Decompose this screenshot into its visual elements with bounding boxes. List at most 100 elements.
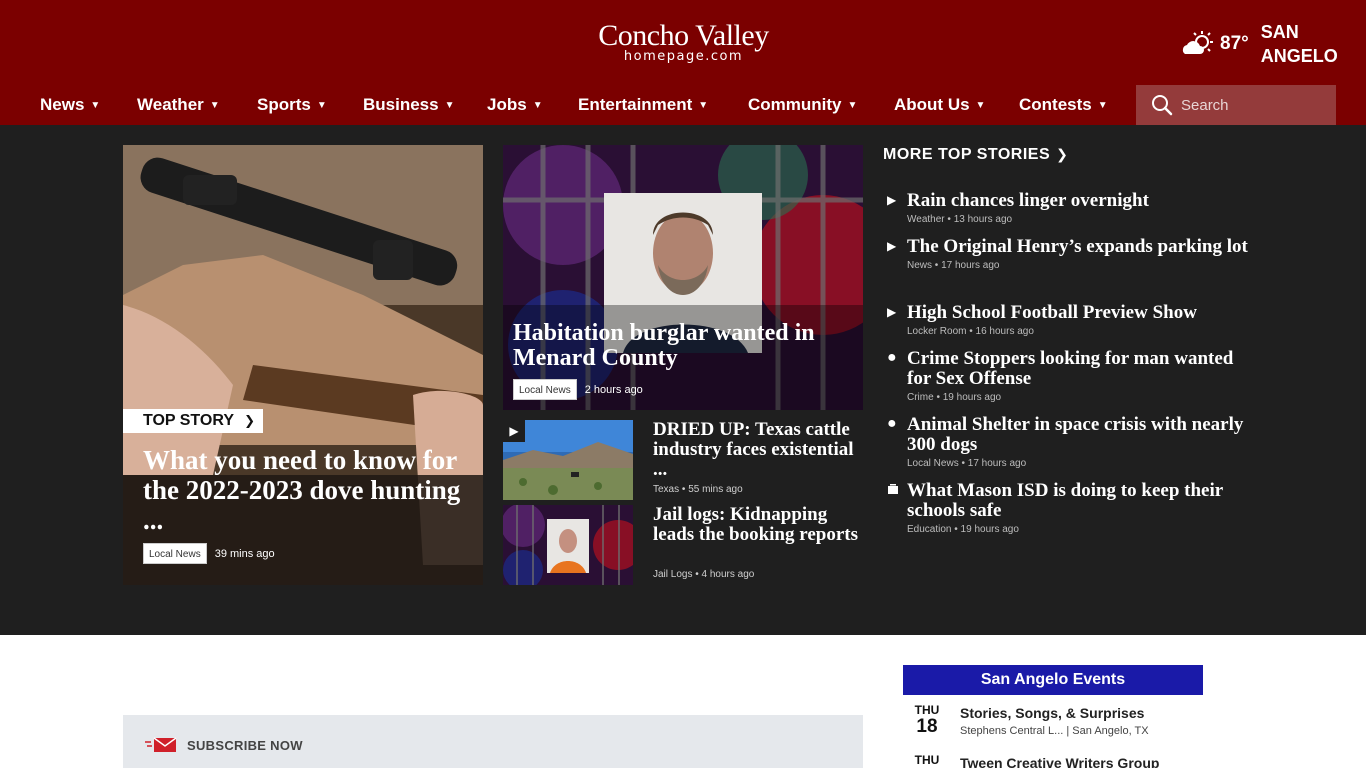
event-date: THU 18 [911,703,943,737]
nav-item-news[interactable]: News ▼ [40,85,100,125]
logo-sub-text: homepage.com [623,49,744,64]
story-title[interactable]: What Mason ISD is doing to keep their sc… [907,481,1253,521]
small-story-meta: Texas • 55 mins ago [653,484,743,495]
top-story-tag[interactable]: TOP STORY ❯ [123,409,264,433]
list-item[interactable]: ● Animal Shelter in space crisis with ne… [883,415,1253,470]
timestamp: 13 hours ago [953,214,1013,225]
category-label[interactable]: Crime [907,392,934,403]
site-logo[interactable]: Concho Valley homepage.com [586,20,781,64]
small-story-title[interactable]: DRIED UP: Texas cattle industry faces ex… [653,420,863,480]
category-label[interactable]: Education [907,524,951,535]
main-nav: News ▼ Weather ▼ Sports ▼ Business ▼ Jobs ▼ E… [0,85,1366,125]
top-story-meta: Local News 39 mins ago [143,543,275,564]
gallery-icon [887,483,901,497]
category-label[interactable]: Locker Room [907,326,966,337]
category-label[interactable]: News [907,260,932,271]
story-title[interactable]: Animal Shelter in space crisis with near… [907,415,1253,455]
nav-label: Contests [1019,95,1092,114]
story-title[interactable]: The Original Henry’s expands parking lot [907,237,1253,257]
play-icon[interactable]: ▶ [503,420,525,442]
story-meta: News • 17 hours ago [907,260,1000,271]
search-input[interactable] [1181,96,1331,114]
list-item[interactable]: ▶ The Original Henry’s expands parking l… [883,237,1253,272]
small-story-card[interactable]: Jail logs: Kidnapping leads the booking … [503,505,863,585]
list-item[interactable]: ▶ High School Football Preview Show Lock… [883,303,1253,338]
event-item[interactable]: THU Tween Creative Writers Group [903,753,1203,768]
top-story-card[interactable]: TOP STORY ❯ What you need to know for th… [123,145,483,585]
story-thumbnail[interactable]: ▶ [503,420,633,500]
nav-label: About Us [894,95,970,114]
category-chip[interactable]: Local News [143,543,207,564]
story-title[interactable]: Crime Stoppers looking for man wanted fo… [907,349,1253,389]
story-title[interactable]: High School Football Preview Show [907,303,1253,323]
subscribe-panel: SUBSCRIBE NOW [123,715,863,768]
story-thumbnail[interactable] [503,505,633,585]
mail-icon [145,737,177,752]
chevron-right-icon: ❯ [1056,146,1069,162]
event-item[interactable]: THU 18 Stories, Songs, & Surprises Steph… [903,703,1203,751]
weather-temperature: 87° [1220,33,1249,54]
play-icon: ▶ [887,193,897,207]
featured-story-meta: Local News 2 hours ago [513,379,643,400]
nav-label: News [40,95,85,114]
weather-city: SAN ANGELO [1260,22,1338,66]
more-top-stories: MORE TOP STORIES ❯ ▶ Rain chances linger … [883,145,1253,535]
featured-story-card[interactable]: Habitation burglar wanted in Menard Coun… [503,145,863,410]
list-item[interactable]: What Mason ISD is doing to keep their sc… [883,481,1253,535]
caret-down-icon: ▼ [975,100,986,111]
story-meta: Crime • 19 hours ago [907,392,1002,403]
small-story-meta: Jail Logs • 4 hours ago [653,569,755,580]
caret-down-icon: ▼ [532,100,543,111]
nav-item-contests[interactable]: Contests ▼ [1019,85,1108,125]
events-heading[interactable]: San Angelo Events [903,665,1203,695]
category-label[interactable]: Texas [653,484,679,495]
category-label[interactable]: Weather [907,214,945,225]
weather-widget[interactable]: 87° SAN ANGELO [1180,22,1341,66]
search-box[interactable] [1136,85,1336,125]
top-story-title[interactable]: What you need to know for the 2022-2023 … [143,445,463,535]
nav-item-sports[interactable]: Sports ▼ [257,85,327,125]
nav-item-community[interactable]: Community ▼ [748,85,857,125]
nav-label: Sports [257,95,311,114]
play-icon: ▶ [887,239,897,253]
event-date: THU [911,753,943,767]
timestamp: 19 hours ago [942,392,1002,403]
category-label[interactable]: Jail Logs [653,569,692,580]
subscribe-label[interactable]: SUBSCRIBE NOW [187,738,303,753]
caret-down-icon: ▼ [90,100,101,111]
nav-item-about-us[interactable]: About Us ▼ [894,85,985,125]
mugshot-image [503,505,633,585]
event-title[interactable]: Tween Creative Writers Group [960,755,1159,768]
story-meta: Locker Room • 16 hours ago [907,326,1034,337]
nav-item-jobs[interactable]: Jobs ▼ [487,85,543,125]
partly-sunny-icon [1182,31,1213,54]
category-chip[interactable]: Local News [513,379,577,400]
list-item[interactable]: ● Crime Stoppers looking for man wanted … [883,349,1253,404]
caret-down-icon: ▼ [209,100,220,111]
story-meta: Education • 19 hours ago [907,524,1019,535]
nav-label: Weather [137,95,204,114]
list-item[interactable]: ▶ Rain chances linger overnight Weather … [883,191,1253,226]
event-day-of-week: THU [914,753,940,767]
small-story-title[interactable]: Jail logs: Kidnapping leads the booking … [653,505,863,545]
chevron-right-icon: ❯ [244,413,256,428]
events-widget: San Angelo Events THU 18 Stories, Songs,… [903,665,1203,768]
nav-item-entertainment[interactable]: Entertainment ▼ [578,85,708,125]
small-story-card[interactable]: ▶ DRIED UP: Texas cattle industry faces … [503,420,863,500]
story-title[interactable]: Rain chances linger overnight [907,191,1253,211]
more-top-stories-heading[interactable]: MORE TOP STORIES ❯ [883,145,1253,165]
event-title[interactable]: Stories, Songs, & Surprises [960,705,1144,721]
nav-item-business[interactable]: Business ▼ [363,85,455,125]
nav-item-weather[interactable]: Weather ▼ [137,85,220,125]
timestamp: 17 hours ago [941,260,1000,271]
timestamp: 4 hours ago [701,569,755,580]
featured-story-title[interactable]: Habitation burglar wanted in Menard Coun… [513,321,853,371]
dot-icon: ● [887,349,897,366]
subscribe-row[interactable]: SUBSCRIBE NOW [145,737,303,753]
dot-icon: ● [887,415,897,432]
search-icon[interactable] [1151,94,1173,116]
event-location: Stephens Central L... | San Angelo, TX [960,725,1149,737]
category-label[interactable]: Local News [907,458,959,469]
nav-label: Business [363,95,439,114]
caret-down-icon: ▼ [316,100,327,111]
